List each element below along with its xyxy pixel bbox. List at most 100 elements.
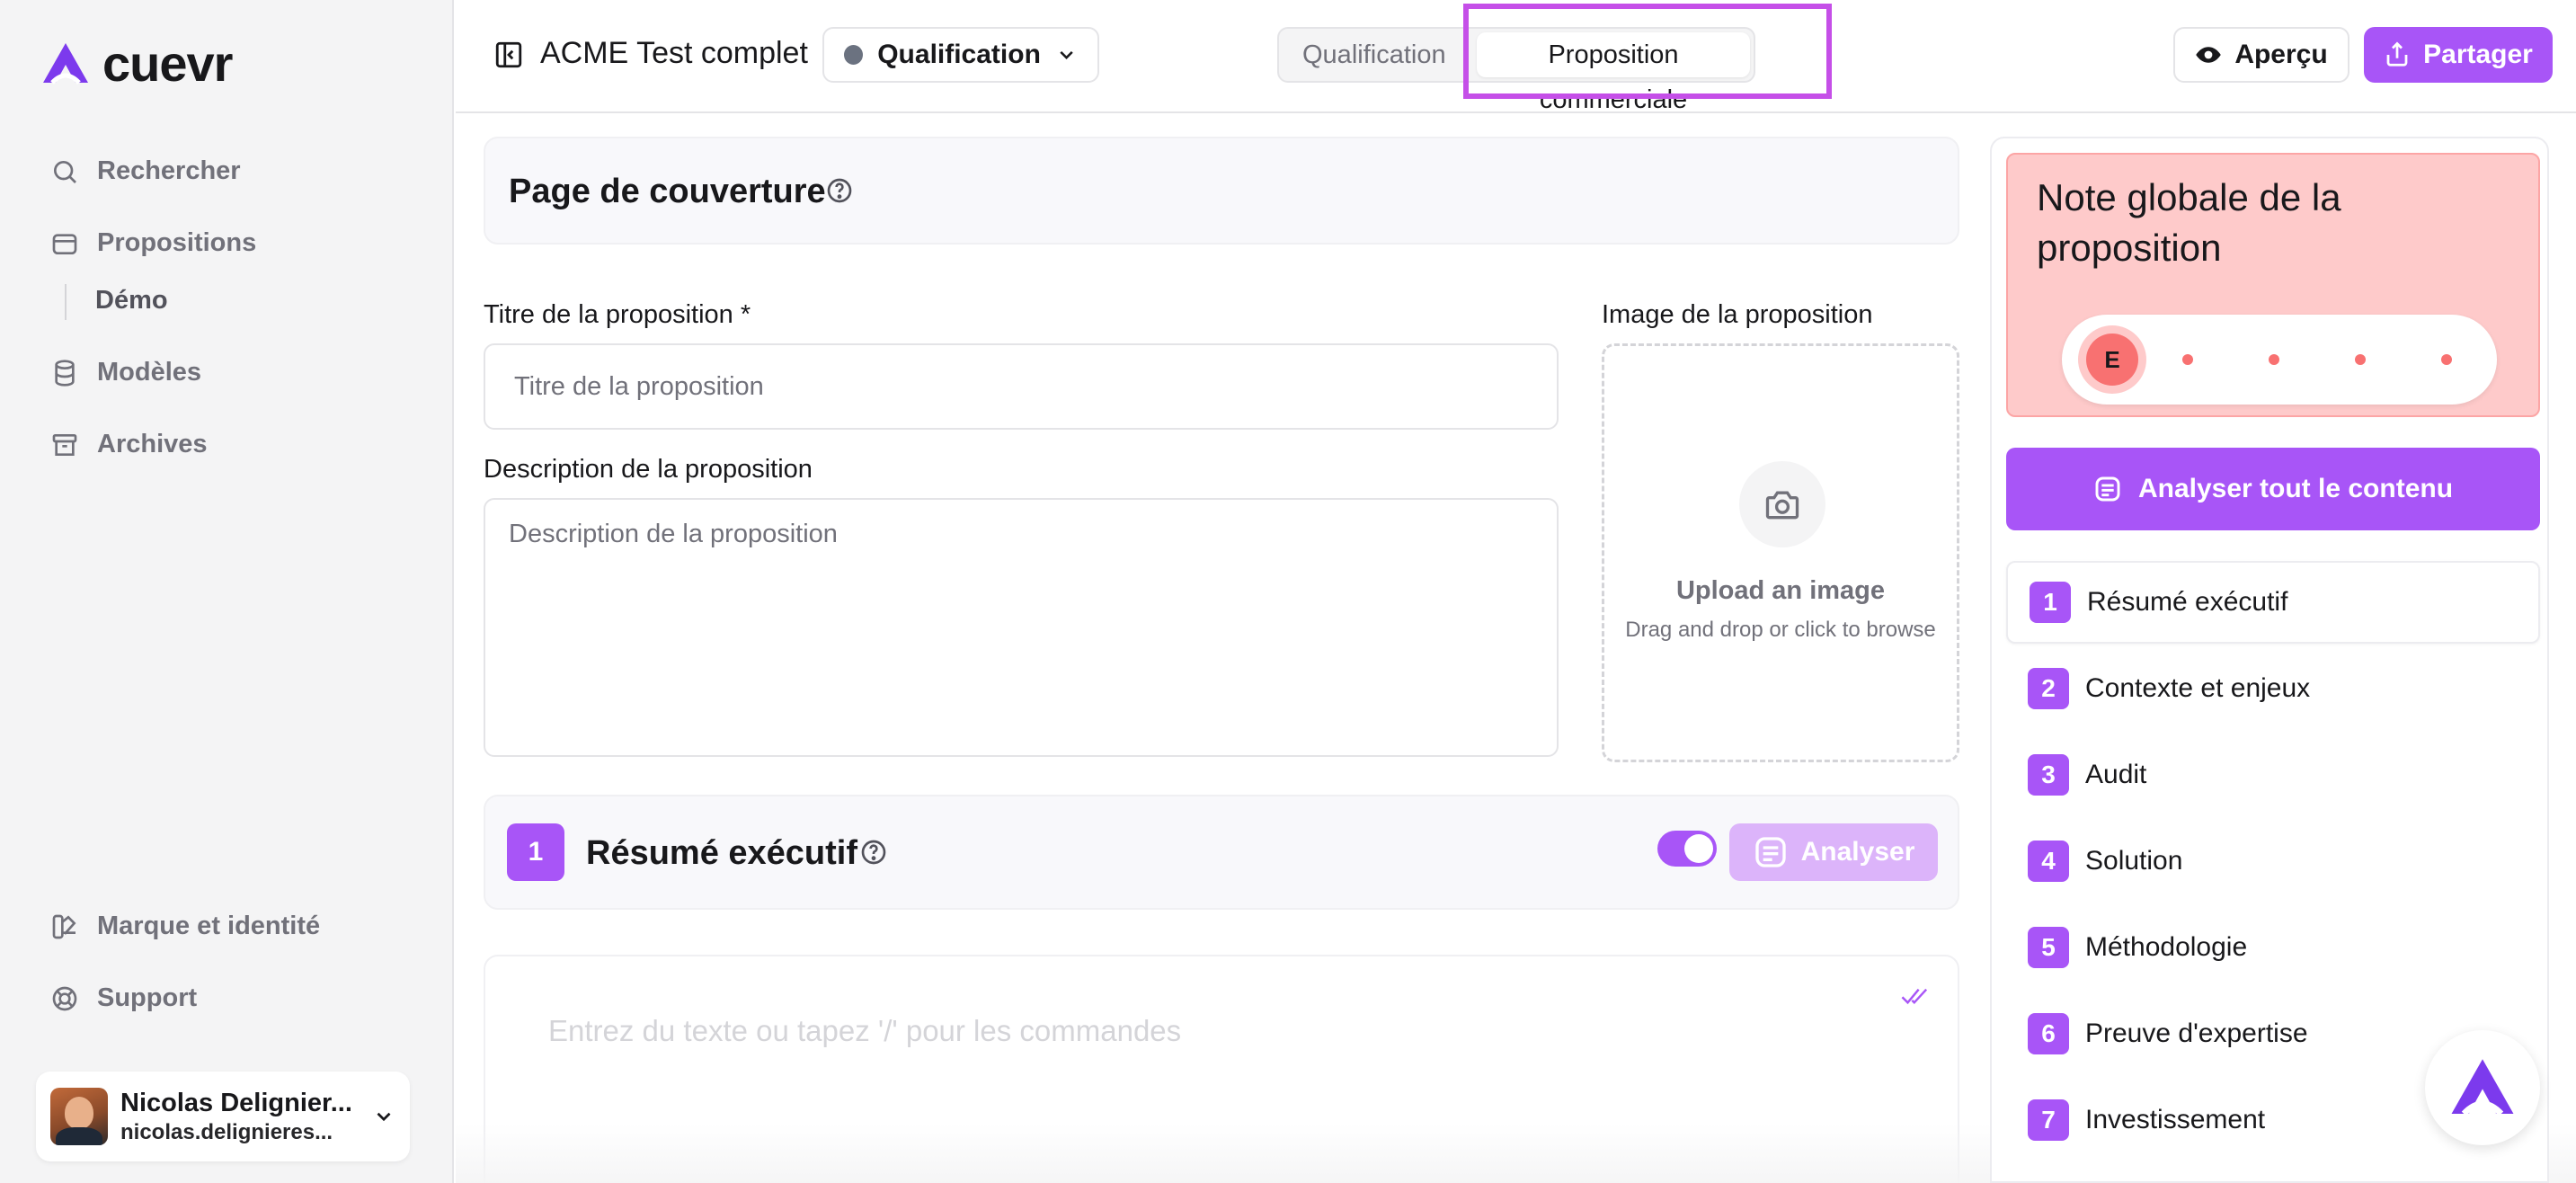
toc-item[interactable]: 3 Audit — [2006, 734, 2540, 816]
toc-item[interactable]: 1 Résumé exécutif — [2006, 561, 2540, 644]
status-label: Qualification — [877, 40, 1041, 69]
cover-section-header: Page de couverture — [484, 137, 1959, 245]
toc-number: 4 — [2028, 841, 2069, 882]
score-level-dot — [2182, 354, 2193, 365]
database-icon — [55, 359, 75, 387]
sidebar-item-label: Rechercher — [97, 156, 241, 185]
score-title: Note globale de la proposition — [2037, 176, 2341, 269]
sidebar-item-brand[interactable]: Marque et identité — [50, 912, 320, 941]
user-email: nicolas.delignieres... — [120, 1119, 333, 1144]
title-field-label: Titre de la proposition * — [484, 300, 751, 329]
sidebar-item-archives[interactable]: Archives — [50, 430, 208, 459]
logo-icon — [43, 42, 88, 84]
archive-icon — [52, 433, 77, 456]
help-icon[interactable] — [859, 838, 888, 867]
chevron-down-icon — [1060, 50, 1073, 59]
top-header: ACME Test complet Qualification Qualific… — [456, 0, 2576, 114]
logo-text: cuevr — [102, 35, 233, 92]
brand-icon — [52, 914, 76, 938]
preview-label: Aperçu — [2234, 40, 2328, 69]
proposals-icon — [52, 233, 77, 254]
section-header-executive-summary: 1 Résumé exécutif Analyser — [484, 795, 1959, 910]
upload-subtitle: Drag and drop or click to browse — [1625, 618, 1936, 642]
analyze-all-button[interactable]: Analyser tout le contenu — [2006, 448, 2540, 530]
sidebar-subitem-demo[interactable]: Démo — [65, 284, 168, 320]
section-visibility-toggle[interactable] — [1657, 831, 1717, 867]
logo[interactable]: cuevr — [40, 34, 233, 93]
avatar — [50, 1088, 108, 1145]
tab-qualification[interactable]: Qualification — [1302, 29, 1446, 81]
sidebar-toggle-icon[interactable] — [493, 40, 524, 70]
help-icon[interactable] — [825, 176, 854, 205]
user-menu[interactable]: Nicolas Delignier... nicolas.delignieres… — [36, 1072, 410, 1161]
image-field-label: Image de la proposition — [1602, 300, 1873, 329]
toc-label: Méthodologie — [2085, 932, 2248, 962]
toc-number: 2 — [2028, 668, 2069, 709]
image-upload-dropzone[interactable]: Upload an image Drag and drop or click t… — [1602, 343, 1959, 762]
upload-icon-wrap — [1739, 461, 1825, 547]
toc-number: 1 — [2030, 582, 2071, 623]
section-number-badge: 1 — [507, 823, 564, 881]
toc-item[interactable]: 4 Solution — [2006, 820, 2540, 903]
cover-title: Page de couverture — [509, 173, 826, 210]
double-check-icon — [1901, 988, 1928, 1005]
search-icon — [54, 160, 76, 183]
proposal-description-input[interactable]: Description de la proposition — [484, 498, 1559, 757]
analyze-section-button[interactable]: Analyser — [1729, 823, 1938, 881]
camera-icon — [1765, 491, 1799, 520]
user-name: Nicolas Delignier... — [120, 1088, 352, 1117]
toc-label: Solution — [2085, 846, 2183, 876]
lifebuoy-icon — [52, 986, 77, 1010]
sidebar-subitem-label: Démo — [95, 286, 168, 315]
toc-label: Preuve d'expertise — [2085, 1018, 2308, 1048]
proposal-title-input[interactable]: Titre de la proposition — [484, 343, 1559, 430]
score-level-dot — [2269, 354, 2279, 365]
share-icon — [2386, 41, 2408, 67]
view-tabs: Qualification Proposition commerciale — [1277, 27, 1755, 114]
tab-proposition-commerciale[interactable]: Proposition commerciale — [1477, 32, 1750, 114]
sidebar: cuevr Rechercher Propositions Démo Modèl… — [0, 0, 454, 1183]
assistant-fab-button[interactable] — [2425, 1030, 2540, 1145]
toc-number: 6 — [2028, 1013, 2069, 1054]
sidebar-item-label: Marque et identité — [97, 912, 321, 940]
analyze-icon — [2095, 476, 2120, 502]
toc-number: 7 — [2028, 1099, 2069, 1141]
sidebar-item-propositions[interactable]: Propositions — [50, 228, 256, 258]
sidebar-item-label: Modèles — [97, 358, 202, 387]
right-panel: Note globale de la proposition E Analyse… — [1990, 137, 2549, 1183]
score-level-dot — [2441, 354, 2452, 365]
upload-title: Upload an image — [1675, 576, 1886, 605]
sidebar-item-label: Support — [97, 983, 198, 1012]
chevron-down-icon — [377, 1112, 391, 1122]
sidebar-item-label: Archives — [97, 430, 208, 458]
description-field-label: Description de la proposition — [484, 455, 813, 484]
document-title: ACME Test complet — [540, 36, 808, 70]
toc-number: 3 — [2028, 754, 2069, 796]
toc-label: Résumé exécutif — [2087, 587, 2288, 617]
score-grade: E — [2086, 334, 2138, 386]
analyze-section-label: Analyser — [1800, 837, 1915, 867]
toc-label: Investissement — [2085, 1105, 2266, 1134]
score-level-dot — [2355, 354, 2366, 365]
score-grade-marker: E — [2078, 325, 2146, 394]
section-title: Résumé exécutif — [586, 834, 858, 872]
global-score-card: Note globale de la proposition E — [2006, 153, 2540, 417]
score-scale: E — [2062, 315, 2497, 405]
status-dot — [844, 45, 864, 65]
sidebar-item-search[interactable]: Rechercher — [50, 156, 241, 186]
toc-item[interactable]: 2 Contexte et enjeux — [2006, 647, 2540, 730]
status-select[interactable]: Qualification — [822, 27, 1099, 83]
toc-item[interactable]: 5 Méthodologie — [2006, 906, 2540, 989]
share-label: Partager — [2423, 40, 2533, 69]
toc-label: Audit — [2085, 760, 2147, 789]
sidebar-item-modeles[interactable]: Modèles — [50, 358, 201, 387]
toc-label: Contexte et enjeux — [2085, 673, 2311, 703]
toc-number: 5 — [2028, 927, 2069, 968]
sidebar-item-support[interactable]: Support — [50, 983, 197, 1013]
assistant-logo-icon — [2451, 1059, 2514, 1116]
share-button[interactable]: Partager — [2364, 27, 2553, 83]
preview-button[interactable]: Aperçu — [2173, 27, 2349, 83]
sidebar-item-label: Propositions — [97, 228, 257, 257]
editor-placeholder: Entrez du texte ou tapez '/' pour les co… — [548, 1014, 1182, 1047]
analyze-all-label: Analyser tout le contenu — [2137, 474, 2454, 503]
